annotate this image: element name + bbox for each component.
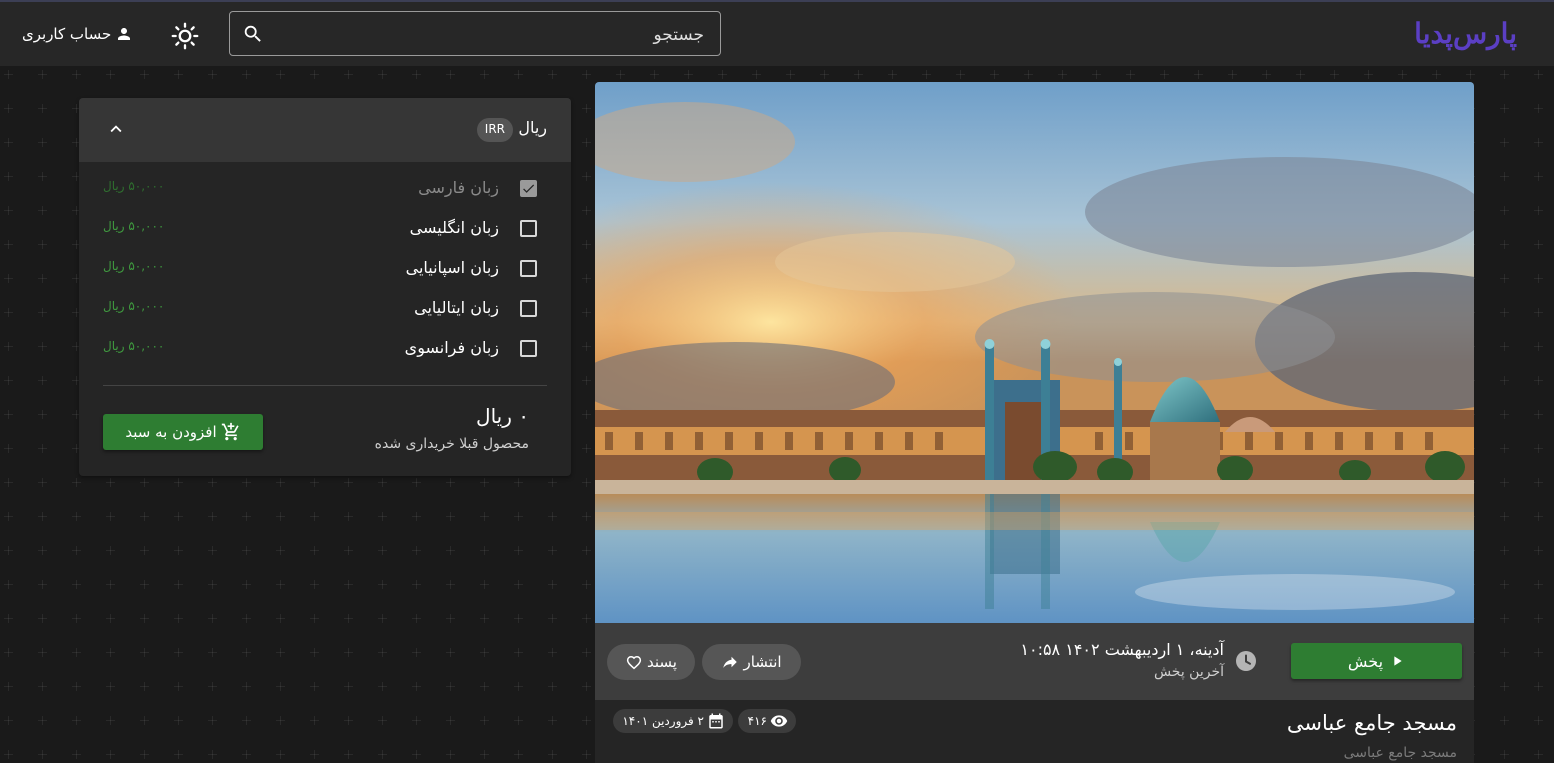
currency-name: ریال xyxy=(518,118,547,137)
language-option-row: زبان اسپانیایی ۵۰,۰۰۰ ریال xyxy=(103,254,547,286)
cart-icon xyxy=(221,422,239,441)
site-logo[interactable]: پارس‌پدیا xyxy=(1413,14,1519,54)
play-button[interactable]: پخش xyxy=(1291,643,1462,679)
currency-header[interactable]: ریال IRR xyxy=(79,98,571,162)
theme-toggle-button[interactable] xyxy=(170,21,200,51)
views-count: ۴۱۶ xyxy=(747,714,767,728)
person-icon xyxy=(118,28,131,40)
last-play-date: آدینه، ۱ اردیبهشت ۱۴۰۲ ۱۰:۵۸ xyxy=(1020,640,1224,659)
last-play-label: آخرین پخش xyxy=(1153,664,1224,680)
language-option-row: زبان ایتالیایی ۵۰,۰۰۰ ریال xyxy=(103,294,547,326)
language-label: زبان اسپانیایی xyxy=(405,258,499,277)
language-checkbox[interactable] xyxy=(520,180,537,197)
video-controls: پخش آدینه، ۱ اردیبهشت ۱۴۰۲ ۱۰:۵۸ آخرین پ… xyxy=(595,623,1474,700)
language-price: ۵۰,۰۰۰ ریال xyxy=(103,339,165,353)
language-option-row: زبان فارسی ۵۰,۰۰۰ ریال xyxy=(103,174,547,206)
video-subtitle: مسجد جامع عباسی xyxy=(1343,745,1457,761)
publish-date: ۲ فروردین ۱۴۰۱ xyxy=(622,714,704,728)
heart-icon xyxy=(626,655,642,670)
share-icon xyxy=(723,656,738,668)
language-option-row: زبان انگلیسی ۵۰,۰۰۰ ریال xyxy=(103,214,547,246)
language-label: زبان فارسی xyxy=(418,178,499,197)
account-label: حساب کاربری xyxy=(22,25,112,43)
language-label: زبان ایتالیایی xyxy=(414,298,499,317)
like-label: پسند xyxy=(647,653,677,671)
calendar-icon xyxy=(709,713,723,729)
divider xyxy=(103,385,547,386)
app-header: حساب کاربری پارس‌پدیا xyxy=(0,2,1554,66)
video-thumbnail[interactable] xyxy=(595,82,1474,623)
language-price: ۵۰,۰۰۰ ریال xyxy=(103,259,165,273)
language-price: ۵۰,۰۰۰ ریال xyxy=(103,179,165,193)
language-checkbox[interactable] xyxy=(520,340,537,357)
like-button[interactable]: پسند xyxy=(607,644,695,680)
check-icon xyxy=(523,184,535,193)
total-price: ۰ ریال xyxy=(476,404,529,428)
search-input[interactable] xyxy=(276,20,706,50)
search-box xyxy=(229,11,721,56)
purchase-panel: ریال IRR زبان فارسی ۵۰,۰۰۰ ریال زبان انگ… xyxy=(79,98,571,476)
video-card: پخش آدینه، ۱ اردیبهشت ۱۴۰۲ ۱۰:۵۸ آخرین پ… xyxy=(595,82,1474,763)
share-button[interactable]: انتشار xyxy=(702,644,801,680)
account-button[interactable]: حساب کاربری xyxy=(22,22,133,46)
search-icon[interactable] xyxy=(242,23,264,45)
clock-icon xyxy=(1236,651,1256,671)
language-label: زبان فرانسوی xyxy=(404,338,499,357)
language-label: زبان انگلیسی xyxy=(409,218,499,237)
play-label: پخش xyxy=(1347,651,1384,671)
language-checkbox[interactable] xyxy=(520,300,537,317)
add-to-cart-button[interactable]: افزودن به سبد xyxy=(103,414,263,450)
sun-icon xyxy=(171,22,199,50)
date-badge: ۲ فروردین ۱۴۰۱ xyxy=(613,709,733,733)
add-to-cart-label: افزودن به سبد xyxy=(125,423,217,441)
video-title: مسجد جامع عباسی xyxy=(1286,711,1457,735)
language-price: ۵۰,۰۰۰ ریال xyxy=(103,299,165,313)
chevron-up-icon[interactable] xyxy=(105,118,127,140)
share-label: انتشار xyxy=(743,653,782,671)
eye-icon xyxy=(770,715,788,727)
language-option-row: زبان فرانسوی ۵۰,۰۰۰ ریال xyxy=(103,334,547,366)
language-checkbox[interactable] xyxy=(520,260,537,277)
language-price: ۵۰,۰۰۰ ریال xyxy=(103,219,165,233)
purchased-note: محصول قبلا خریداری شده xyxy=(374,436,529,452)
currency-code-badge: IRR xyxy=(476,118,513,142)
views-badge: ۴۱۶ xyxy=(738,709,796,733)
play-icon xyxy=(1394,656,1402,666)
language-checkbox[interactable] xyxy=(520,220,537,237)
